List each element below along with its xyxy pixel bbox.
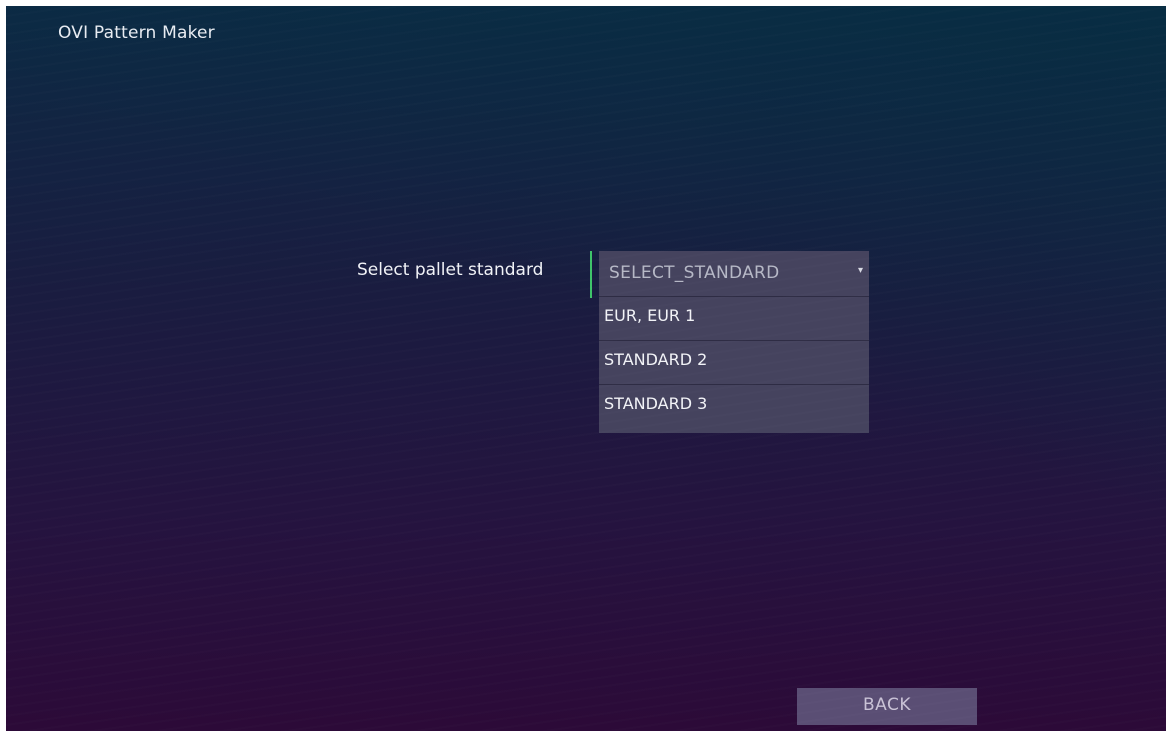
app-window: OVI Pattern Maker Select pallet standard… — [6, 6, 1166, 731]
pallet-standard-label: Select pallet standard — [357, 260, 544, 280]
back-button[interactable]: BACK — [797, 688, 977, 725]
dropdown-options-list: EUR, EUR 1 STANDARD 2 STANDARD 3 — [599, 296, 869, 433]
option-standard-3[interactable]: STANDARD 3 — [599, 384, 869, 428]
pallet-standard-select[interactable]: SELECT_STANDARD ▾ — [599, 251, 869, 296]
option-standard-2[interactable]: STANDARD 2 — [599, 340, 869, 384]
select-current-value: SELECT_STANDARD — [609, 263, 780, 283]
app-title: OVI Pattern Maker — [58, 23, 215, 43]
focus-indicator — [590, 251, 592, 298]
option-eur[interactable]: EUR, EUR 1 — [599, 296, 869, 340]
chevron-down-icon: ▾ — [857, 265, 863, 276]
